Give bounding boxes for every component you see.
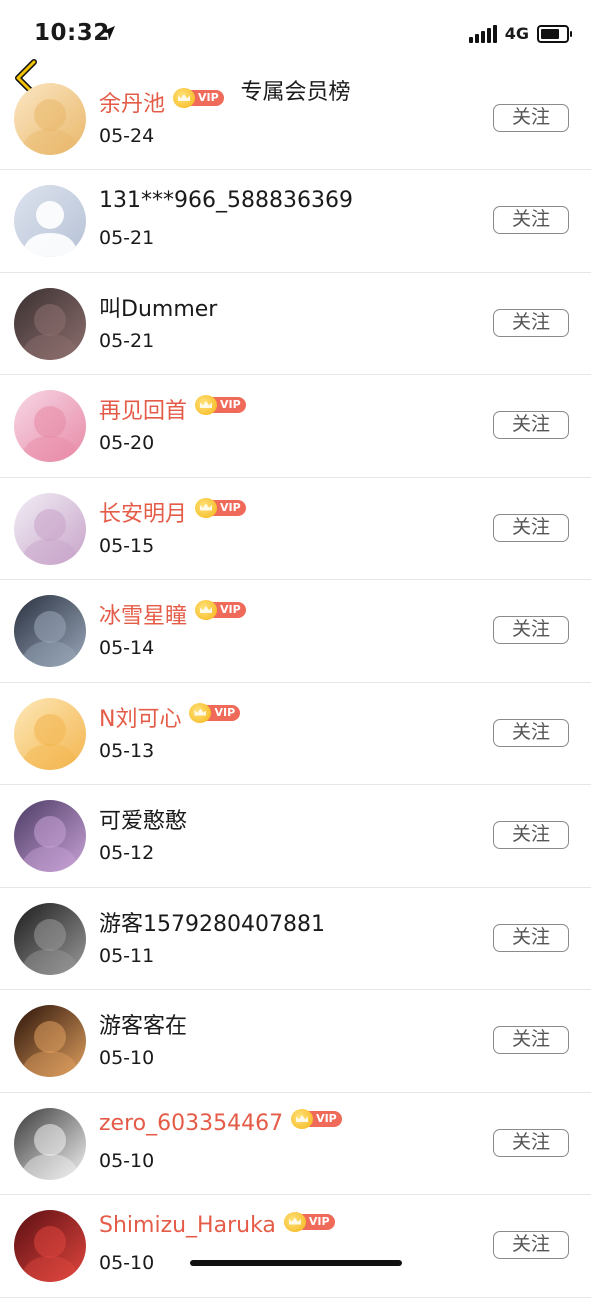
member-row[interactable]: 可爱憨憨 05-12 关注 (0, 785, 591, 888)
vip-badge: VIP (195, 395, 246, 415)
member-avatar[interactable] (14, 390, 86, 462)
member-name-line: N刘可心 VIP (99, 701, 241, 733)
member-row[interactable]: 叫Dummer 05-21 关注 (0, 273, 591, 375)
member-name-line: 可爱憨憨 (99, 803, 187, 835)
member-avatar[interactable] (14, 800, 86, 872)
member-date: 05-15 (99, 534, 155, 557)
member-name[interactable]: 可爱憨憨 (99, 803, 187, 835)
member-name[interactable]: 再见回首 (99, 393, 187, 425)
member-name-line: 再见回首 VIP (99, 393, 246, 425)
member-avatar[interactable] (14, 185, 86, 257)
crown-icon (195, 395, 218, 415)
member-name-line: 游客客在 (99, 1008, 187, 1040)
status-indicators: 4G (468, 24, 572, 43)
member-name[interactable]: Shimizu_Haruka (99, 1213, 276, 1238)
vip-badge: VIP (291, 1109, 342, 1129)
member-name[interactable]: 游客1579280407881 (99, 906, 325, 938)
follow-button[interactable]: 关注 (493, 513, 569, 542)
follow-button[interactable]: 关注 (493, 206, 569, 234)
member-avatar[interactable] (14, 697, 86, 770)
member-row[interactable]: N刘可心 VIP 05-13 关注 (0, 683, 591, 785)
member-row[interactable]: 余丹池 VIP 05-24 关注 (0, 68, 591, 170)
member-avatar[interactable] (14, 492, 86, 565)
follow-button[interactable]: 关注 (493, 923, 569, 952)
member-name[interactable]: zero_603354467 (99, 1111, 283, 1136)
follow-button[interactable]: 关注 (493, 411, 569, 439)
member-name-line: 长安明月 VIP (99, 496, 246, 528)
member-date: 05-10 (99, 1047, 155, 1069)
member-name[interactable]: 131***966_588836369 (99, 188, 353, 213)
member-list: 余丹池 VIP 05-24 关注 131***966_588836369 05-21 关注叫… (0, 83, 591, 1298)
member-date: 05-24 (99, 125, 155, 147)
member-avatar[interactable] (14, 83, 86, 155)
member-date: 05-12 (99, 842, 155, 864)
battery-icon (537, 24, 572, 43)
member-row[interactable]: 长安明月 VIP 05-15 关注 (0, 478, 591, 580)
vip-badge: VIP (195, 497, 246, 518)
member-name[interactable]: 长安明月 (99, 496, 187, 528)
follow-button[interactable]: 关注 (493, 821, 569, 849)
member-name[interactable]: 冰雪星瞳 (99, 598, 187, 630)
member-name[interactable]: 叫Dummer (99, 291, 217, 323)
member-avatar[interactable] (14, 1210, 86, 1282)
vip-badge: VIP (189, 702, 241, 723)
location-arrow-icon (101, 26, 115, 40)
member-name-line: 冰雪星瞳 VIP (99, 598, 246, 630)
member-date: 05-21 (99, 227, 155, 249)
member-avatar[interactable] (14, 1005, 86, 1077)
home-indicator[interactable] (190, 1260, 402, 1266)
crown-icon (195, 600, 218, 620)
member-name[interactable]: 余丹池 (99, 86, 165, 118)
crown-icon (189, 702, 212, 723)
member-row[interactable]: 131***966_588836369 05-21 关注 (0, 170, 591, 273)
member-name[interactable]: N刘可心 (99, 701, 181, 733)
member-row[interactable]: Shimizu_Haruka VIP 05-10 关注 (0, 1195, 591, 1298)
member-name-line: zero_603354467 VIP (99, 1109, 342, 1136)
follow-button[interactable]: 关注 (493, 308, 569, 337)
vip-badge: VIP (195, 600, 246, 620)
crown-icon (283, 1211, 306, 1232)
member-row[interactable]: zero_603354467 VIP 05-10 关注 (0, 1093, 591, 1195)
member-date: 05-10 (99, 1149, 155, 1172)
status-time: 10:32 (34, 20, 110, 46)
member-row[interactable]: 游客客在 05-10 关注 (0, 990, 591, 1093)
member-date: 05-20 (99, 432, 155, 454)
member-name-line: Shimizu_Haruka VIP (99, 1211, 335, 1238)
member-name-line: 余丹池 VIP (99, 86, 224, 118)
member-row[interactable]: 再见回首 VIP 05-20 关注 (0, 375, 591, 478)
member-name[interactable]: 游客客在 (99, 1008, 187, 1040)
member-name-line: 游客1579280407881 (99, 906, 325, 938)
crown-icon (195, 497, 218, 518)
network-label: 4G (504, 24, 529, 43)
member-row[interactable]: 冰雪星瞳 VIP 05-14 关注 (0, 580, 591, 683)
member-name-line: 叫Dummer (99, 291, 217, 323)
member-date: 05-10 (99, 1252, 155, 1274)
crown-icon (173, 88, 196, 108)
member-date: 05-11 (99, 944, 155, 967)
follow-button[interactable]: 关注 (493, 1026, 569, 1054)
crown-icon (291, 1109, 314, 1129)
member-name-line: 131***966_588836369 (99, 188, 353, 213)
vip-badge: VIP (283, 1211, 335, 1232)
follow-button[interactable]: 关注 (493, 104, 569, 132)
member-date: 05-13 (99, 739, 155, 762)
follow-button[interactable]: 关注 (493, 1231, 569, 1259)
follow-button[interactable]: 关注 (493, 616, 569, 644)
member-row[interactable]: 游客1579280407881 05-11 关注 (0, 888, 591, 990)
signal-icon (468, 24, 497, 43)
member-avatar[interactable] (14, 1107, 86, 1180)
member-avatar[interactable] (14, 287, 86, 360)
member-date: 05-21 (99, 329, 155, 352)
member-avatar[interactable] (14, 595, 86, 667)
member-avatar[interactable] (14, 902, 86, 975)
follow-button[interactable]: 关注 (493, 718, 569, 747)
follow-button[interactable]: 关注 (493, 1128, 569, 1157)
member-date: 05-14 (99, 637, 155, 659)
vip-badge: VIP (173, 88, 224, 108)
